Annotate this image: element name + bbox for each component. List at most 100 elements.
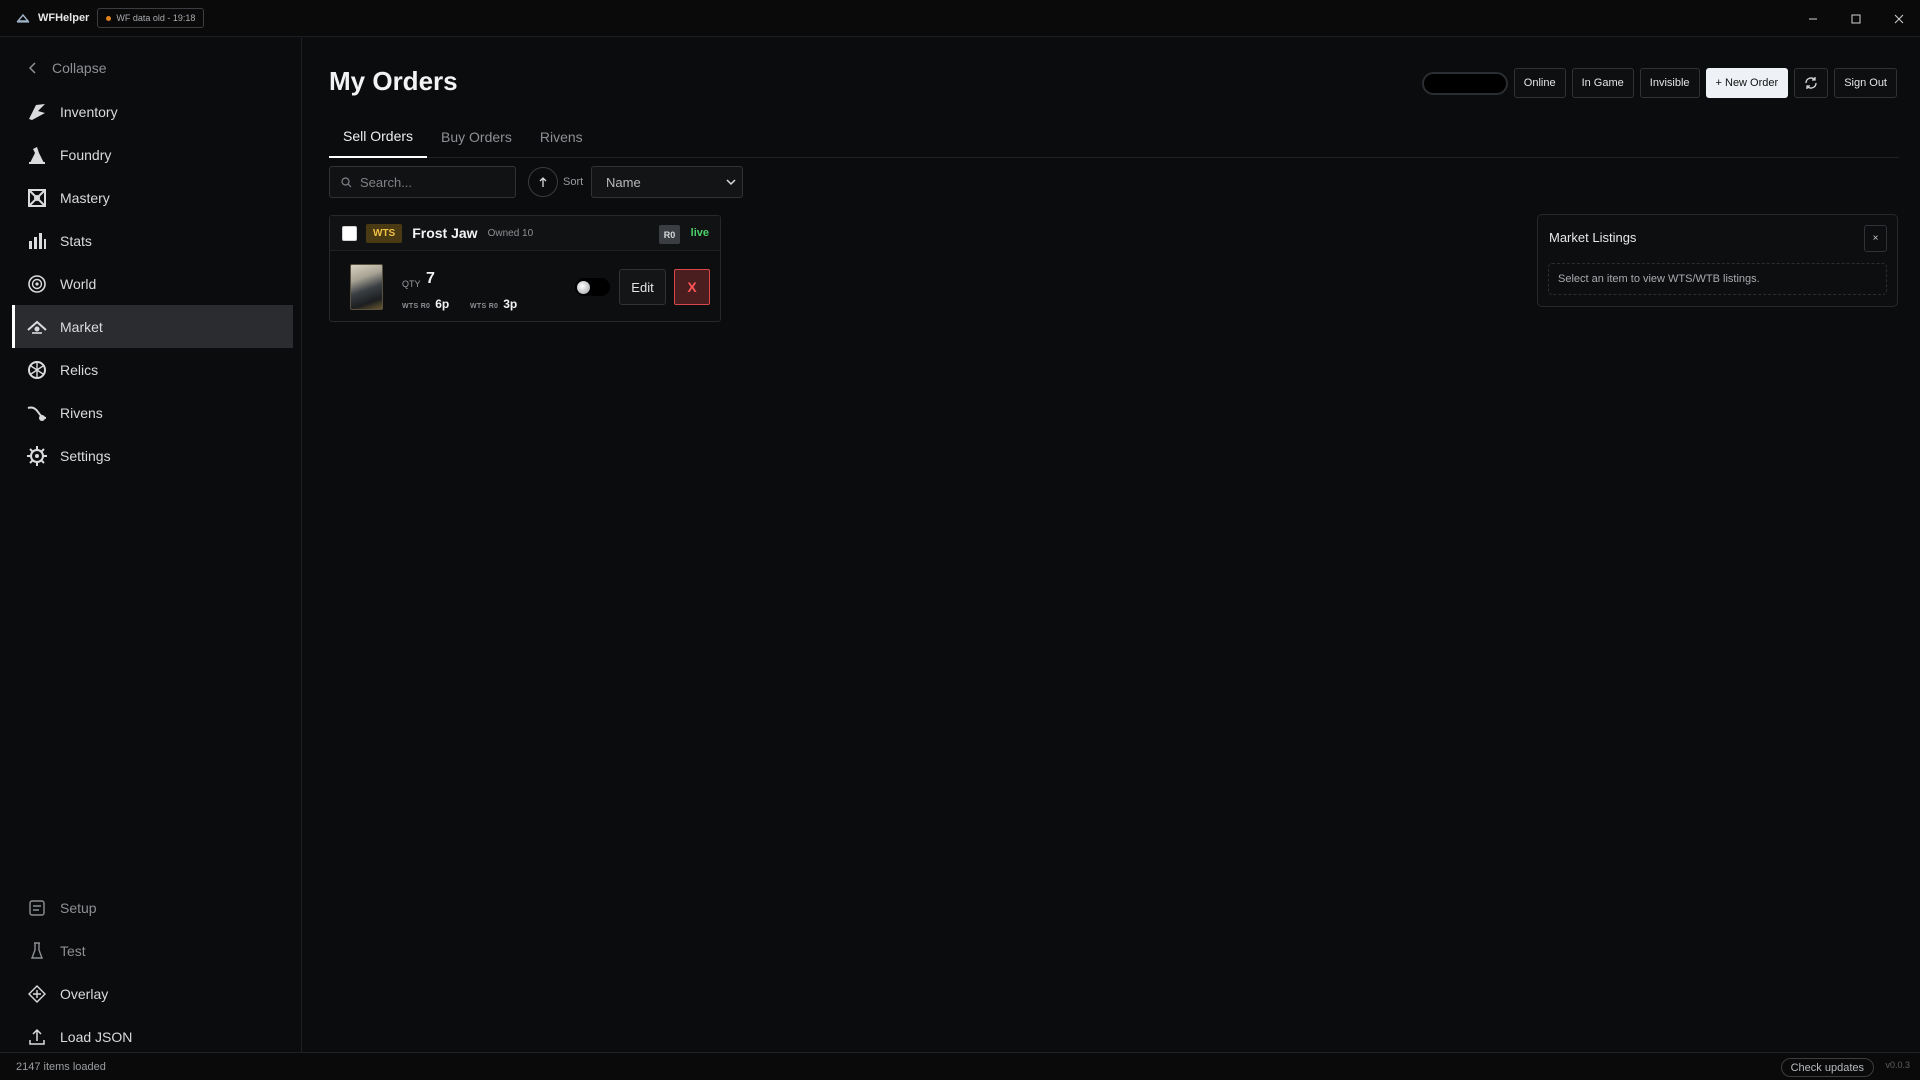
order-status: live	[690, 227, 709, 239]
item-name: Frost Jaw	[412, 225, 478, 241]
items-loaded-text: 2147 items loaded	[16, 1060, 106, 1073]
tab-buy-orders[interactable]: Buy Orders	[427, 116, 526, 158]
sidebar-item-market[interactable]: Market	[12, 305, 293, 348]
close-window-button[interactable]	[1877, 0, 1920, 37]
market-listings-panel: Market Listings × Select an item to view…	[1537, 214, 1898, 307]
new-order-button[interactable]: + New Order	[1705, 68, 1789, 98]
sidebar-item-settings[interactable]: Settings	[12, 434, 293, 477]
sidebar-item-relics[interactable]: Relics	[12, 348, 293, 391]
username-field[interactable]	[1421, 71, 1508, 95]
sidebar-item-label: World	[60, 275, 97, 292]
status-in-game-button[interactable]: In Game	[1571, 68, 1634, 98]
window-controls	[1791, 0, 1920, 37]
market-listings-empty-message: Select an item to view WTS/WTB listings.	[1548, 263, 1887, 295]
status-online-button[interactable]: Online	[1513, 68, 1566, 98]
arrow-up-icon	[539, 177, 547, 187]
delete-order-button[interactable]: X	[674, 269, 710, 305]
setup-icon	[26, 897, 48, 919]
check-updates-button[interactable]: Check updates	[1780, 1058, 1874, 1077]
sidebar-item-stats[interactable]: Stats	[12, 219, 293, 262]
sidebar-item-label: Setup	[60, 899, 97, 916]
title-bar: WFHelper WF data old - 19:18	[0, 0, 1920, 37]
sidebar-item-label: Market	[60, 318, 103, 335]
sidebar-item-label: Inventory	[60, 103, 118, 120]
price-value: 6p	[435, 297, 450, 311]
search-input[interactable]	[360, 174, 500, 190]
sidebar-item-test[interactable]: Test	[12, 929, 293, 972]
sidebar-item-setup[interactable]: Setup	[12, 886, 293, 929]
page-title: My Orders	[329, 66, 458, 96]
sidebar-item-label: Settings	[60, 447, 111, 464]
visibility-toggle[interactable]	[575, 278, 610, 296]
market-icon	[26, 316, 48, 338]
overlay-icon	[26, 983, 48, 1005]
sidebar-item-inventory[interactable]: Inventory	[12, 90, 293, 133]
sort-direction-button[interactable]	[528, 167, 558, 197]
search-icon	[341, 176, 352, 187]
qty-value: 7	[426, 270, 435, 287]
sign-out-button[interactable]: Sign Out	[1834, 68, 1897, 98]
sort-selected-value: Name	[606, 174, 641, 190]
sidebar-nav: Inventory Foundry Mastery Stats World Ma…	[12, 90, 293, 477]
stats-icon	[26, 230, 48, 252]
order-card: WTS Frost Jaw Owned 10 R0 live QTY 7 WTS…	[329, 215, 721, 322]
toggle-knob	[577, 281, 590, 294]
close-panel-button[interactable]: ×	[1864, 225, 1887, 252]
item-thumbnail	[350, 264, 383, 310]
status-invisible-button[interactable]: Invisible	[1639, 68, 1700, 98]
data-status-text: WF data old - 19:18	[116, 13, 196, 23]
sidebar-item-label: Load JSON	[60, 1028, 133, 1045]
sidebar-item-label: Relics	[60, 361, 99, 378]
minimize-icon	[1808, 18, 1817, 19]
mastery-icon	[26, 187, 48, 209]
tab-rivens[interactable]: Rivens	[526, 116, 597, 158]
version-label: v0.0.3	[1885, 1060, 1910, 1070]
order-card-header: WTS Frost Jaw Owned 10 R0 live	[330, 216, 720, 251]
status-bar: 2147 items loaded Check updates v0.0.3	[0, 1052, 1920, 1080]
status-dot-icon	[106, 15, 112, 21]
test-icon	[26, 940, 48, 962]
price-entry: WTS R0 3p	[470, 297, 517, 311]
foundry-icon	[26, 144, 48, 166]
sidebar-item-label: Foundry	[60, 146, 112, 163]
price-label: WTS R0	[402, 303, 431, 310]
sidebar-item-world[interactable]: World	[12, 262, 293, 305]
edit-order-button[interactable]: Edit	[619, 269, 666, 305]
close-icon	[1894, 14, 1903, 23]
chevron-down-icon	[726, 179, 736, 186]
sidebar-item-label: Mastery	[60, 189, 110, 206]
sidebar-item-label: Test	[60, 942, 86, 959]
settings-icon	[26, 445, 48, 467]
sidebar-item-foundry[interactable]: Foundry	[12, 133, 293, 176]
sidebar-item-rivens[interactable]: Rivens	[12, 391, 293, 434]
sort-select[interactable]: Name	[591, 166, 743, 198]
minimize-button[interactable]	[1791, 0, 1834, 37]
upload-icon	[26, 1026, 48, 1048]
maximize-icon	[1851, 14, 1860, 23]
relics-icon	[26, 359, 48, 381]
inventory-icon	[26, 101, 48, 123]
search-box	[329, 166, 516, 198]
world-icon	[26, 273, 48, 295]
main-content: My Orders Online In Game Invisible + New…	[303, 38, 1920, 1052]
sidebar-item-overlay[interactable]: Overlay	[12, 972, 293, 1015]
price-value: 3p	[503, 297, 518, 311]
sidebar-item-label: Rivens	[60, 404, 103, 421]
sort-label: Sort	[563, 176, 584, 188]
app-name: WFHelper	[38, 12, 90, 24]
refresh-button[interactable]	[1794, 68, 1829, 98]
tab-sell-orders[interactable]: Sell Orders	[329, 116, 428, 158]
maximize-button[interactable]	[1834, 0, 1877, 37]
refresh-icon	[1805, 77, 1817, 89]
collapse-button[interactable]: Collapse	[28, 60, 106, 76]
sidebar-item-mastery[interactable]: Mastery	[12, 176, 293, 219]
app-logo-icon	[16, 13, 30, 23]
rivens-icon	[26, 402, 48, 424]
sidebar-bottom-nav: Setup Test Overlay Load JSON	[12, 886, 293, 1058]
owned-count: Owned 10	[487, 227, 534, 239]
price-entry: WTS R0 6p	[402, 297, 449, 311]
qty-label: QTY	[402, 279, 421, 289]
order-select-checkbox[interactable]	[342, 225, 357, 241]
data-status-badge: WF data old - 19:18	[97, 8, 205, 28]
status-actions: Online In Game Invisible + New Order Sig…	[1421, 68, 1897, 98]
